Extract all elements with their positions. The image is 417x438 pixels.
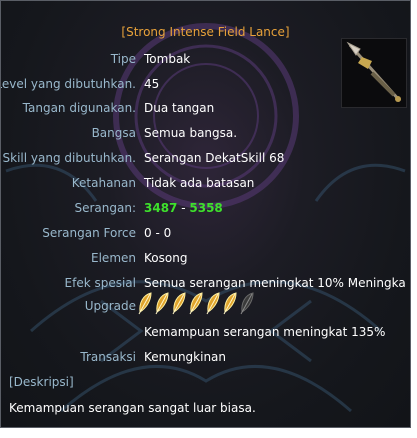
stat-value-element: Kosong [144, 251, 188, 265]
stat-label-transaksi: Transaksi [80, 350, 136, 364]
stat-label-hands: Tangan digunakan. [22, 101, 136, 115]
stat-value-hands: Dua tangan [144, 101, 215, 115]
attack-min: 3487 [144, 201, 178, 215]
item-title: [Strong Intense Field Lance] [121, 25, 290, 39]
feather-icon [223, 292, 237, 315]
stat-value-level: 45 [144, 77, 160, 91]
upgrade-feathers [137, 291, 256, 315]
stat-value-transaksi: Kemungkinan [144, 350, 227, 364]
attack-separator: - [177, 201, 190, 215]
feather-icon [240, 292, 254, 315]
feather-icon [206, 292, 220, 315]
stat-value-special: Semua serangan meningkat 10% Meningkatka… [144, 276, 406, 290]
description-header: [Deskripsi] [9, 375, 74, 389]
stat-label-force: Serangan Force [42, 226, 136, 240]
stat-label-attack: Serangan: [74, 201, 136, 215]
feather-icon [138, 292, 152, 315]
stat-value-skill: Serangan DekatSkill 68 [144, 151, 285, 165]
stat-label-skill: Skill yang dibutuhkan. [2, 151, 136, 165]
stat-value-race: Semua bangsa. [144, 126, 238, 140]
feather-icon [155, 292, 169, 315]
spear-icon [346, 41, 402, 102]
stat-label-race: Bangsa [91, 126, 136, 140]
upgrade-effect: Kemampuan serangan meningkat 135% [144, 325, 386, 339]
stat-label-tipe: Tipe [110, 52, 136, 66]
stat-value-tipe: Tombak [144, 52, 191, 66]
stat-label-upgrade: Upgrade [84, 299, 136, 313]
item-icon-frame[interactable] [341, 38, 407, 108]
item-tooltip: [Strong Intense Field Lance] Tipe Tombak… [0, 0, 411, 428]
stat-label-level: Level yang dibutuhkan. [0, 77, 136, 91]
stat-value-attack: 3487 - 5358 [144, 201, 223, 215]
stat-label-element: Elemen [91, 251, 136, 265]
feather-icon [189, 292, 203, 315]
stat-label-special: Efek spesial [64, 276, 136, 290]
stat-value-durability: Tidak ada batasan [144, 176, 255, 190]
stat-label-durability: Ketahanan [71, 176, 136, 190]
attack-max: 5358 [189, 201, 223, 215]
feather-icon [172, 292, 186, 315]
stat-value-force: 0 - 0 [144, 226, 172, 240]
description-text: Kemampuan serangan sangat luar biasa. [9, 401, 256, 415]
